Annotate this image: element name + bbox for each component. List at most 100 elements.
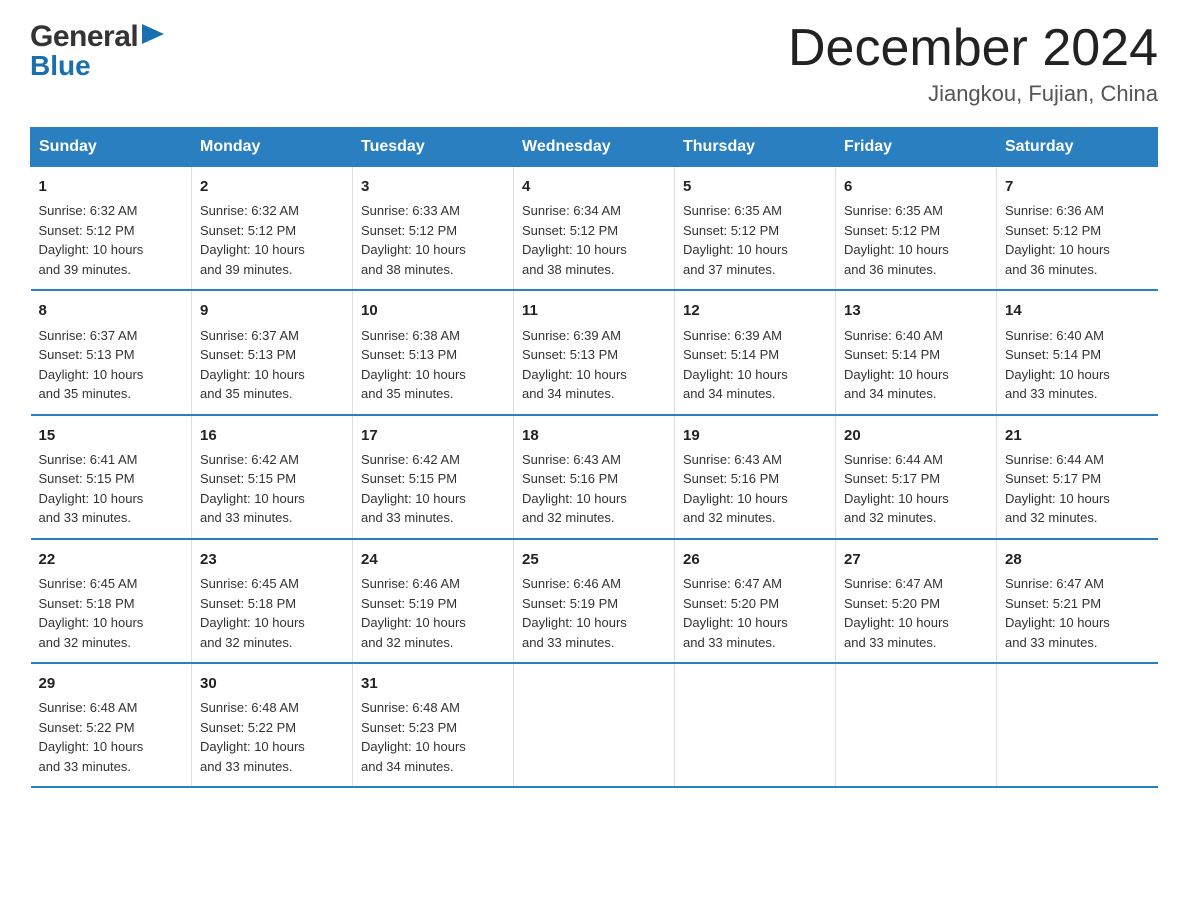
day-info: Sunrise: 6:48 AMSunset: 5:23 PMDaylight:…	[361, 698, 505, 776]
day-number: 3	[361, 175, 505, 198]
calendar-cell	[997, 663, 1158, 787]
day-info: Sunrise: 6:34 AMSunset: 5:12 PMDaylight:…	[522, 201, 666, 279]
day-number: 1	[39, 175, 184, 198]
day-number: 6	[844, 175, 988, 198]
calendar-cell: 31 Sunrise: 6:48 AMSunset: 5:23 PMDayligh…	[353, 663, 514, 787]
day-number: 15	[39, 424, 184, 447]
logo-general-text: General	[30, 20, 138, 54]
day-info: Sunrise: 6:44 AMSunset: 5:17 PMDaylight:…	[844, 450, 988, 528]
weekday-header-wednesday: Wednesday	[514, 128, 675, 167]
calendar-cell: 21 Sunrise: 6:44 AMSunset: 5:17 PMDayligh…	[997, 415, 1158, 539]
subtitle: Jiangkou, Fujian, China	[788, 81, 1158, 107]
calendar-cell: 28Sunrise: 6:47 AMSunset: 5:21 PMDayligh…	[997, 539, 1158, 663]
day-info: Sunrise: 6:41 AMSunset: 5:15 PMDaylight:…	[39, 450, 184, 528]
day-number: 23	[200, 548, 344, 571]
day-number: 10	[361, 299, 505, 322]
day-info: Sunrise: 6:45 AMSunset: 5:18 PMDaylight:…	[200, 574, 344, 652]
day-info: Sunrise: 6:48 AMSunset: 5:22 PMDaylight:…	[200, 698, 344, 776]
day-info: Sunrise: 6:43 AMSunset: 5:16 PMDaylight:…	[522, 450, 666, 528]
calendar-week-row: 29 Sunrise: 6:48 AMSunset: 5:22 PMDayligh…	[31, 663, 1158, 787]
logo-blue-text: Blue	[30, 50, 91, 82]
calendar-week-row: 22 Sunrise: 6:45 AMSunset: 5:18 PMDayligh…	[31, 539, 1158, 663]
weekday-header-tuesday: Tuesday	[353, 128, 514, 167]
logo: General Blue	[30, 20, 164, 82]
calendar-cell: 11Sunrise: 6:39 AMSunset: 5:13 PMDayligh…	[514, 290, 675, 414]
day-number: 2	[200, 175, 344, 198]
day-number: 16	[200, 424, 344, 447]
day-info: Sunrise: 6:48 AMSunset: 5:22 PMDaylight:…	[39, 698, 184, 776]
calendar-cell: 26 Sunrise: 6:47 AMSunset: 5:20 PMDayligh…	[675, 539, 836, 663]
calendar-cell	[675, 663, 836, 787]
day-info: Sunrise: 6:38 AMSunset: 5:13 PMDaylight:…	[361, 326, 505, 404]
day-info: Sunrise: 6:33 AMSunset: 5:12 PMDaylight:…	[361, 201, 505, 279]
calendar-week-row: 1Sunrise: 6:32 AMSunset: 5:12 PMDaylight…	[31, 167, 1158, 291]
calendar-cell: 23 Sunrise: 6:45 AMSunset: 5:18 PMDayligh…	[192, 539, 353, 663]
day-number: 18	[522, 424, 666, 447]
day-number: 12	[683, 299, 827, 322]
calendar-cell: 27Sunrise: 6:47 AMSunset: 5:20 PMDayligh…	[836, 539, 997, 663]
weekday-header-thursday: Thursday	[675, 128, 836, 167]
day-info: Sunrise: 6:35 AMSunset: 5:12 PMDaylight:…	[683, 201, 827, 279]
day-info: Sunrise: 6:42 AMSunset: 5:15 PMDaylight:…	[361, 450, 505, 528]
calendar-cell: 10 Sunrise: 6:38 AMSunset: 5:13 PMDayligh…	[353, 290, 514, 414]
calendar-cell: 3 Sunrise: 6:33 AMSunset: 5:12 PMDaylight…	[353, 167, 514, 291]
calendar-cell: 2Sunrise: 6:32 AMSunset: 5:12 PMDaylight…	[192, 167, 353, 291]
day-number: 14	[1005, 299, 1150, 322]
calendar-cell: 29 Sunrise: 6:48 AMSunset: 5:22 PMDayligh…	[31, 663, 192, 787]
day-info: Sunrise: 6:35 AMSunset: 5:12 PMDaylight:…	[844, 201, 988, 279]
calendar-cell: 4 Sunrise: 6:34 AMSunset: 5:12 PMDaylight…	[514, 167, 675, 291]
calendar-cell: 9 Sunrise: 6:37 AMSunset: 5:13 PMDaylight…	[192, 290, 353, 414]
weekday-header-saturday: Saturday	[997, 128, 1158, 167]
day-number: 26	[683, 548, 827, 571]
calendar-cell: 22 Sunrise: 6:45 AMSunset: 5:18 PMDayligh…	[31, 539, 192, 663]
calendar-cell: 30 Sunrise: 6:48 AMSunset: 5:22 PMDayligh…	[192, 663, 353, 787]
day-info: Sunrise: 6:45 AMSunset: 5:18 PMDaylight:…	[39, 574, 184, 652]
day-info: Sunrise: 6:40 AMSunset: 5:14 PMDaylight:…	[1005, 326, 1150, 404]
day-number: 7	[1005, 175, 1150, 198]
calendar-cell: 6 Sunrise: 6:35 AMSunset: 5:12 PMDaylight…	[836, 167, 997, 291]
calendar-cell: 14 Sunrise: 6:40 AMSunset: 5:14 PMDayligh…	[997, 290, 1158, 414]
calendar-cell: 1Sunrise: 6:32 AMSunset: 5:12 PMDaylight…	[31, 167, 192, 291]
day-number: 21	[1005, 424, 1150, 447]
day-number: 8	[39, 299, 184, 322]
day-number: 24	[361, 548, 505, 571]
day-number: 25	[522, 548, 666, 571]
day-info: Sunrise: 6:37 AMSunset: 5:13 PMDaylight:…	[39, 326, 184, 404]
main-title: December 2024	[788, 20, 1158, 77]
weekday-header-friday: Friday	[836, 128, 997, 167]
day-info: Sunrise: 6:46 AMSunset: 5:19 PMDaylight:…	[361, 574, 505, 652]
page-header: General Blue December 2024 Jiangkou, Fuj…	[30, 20, 1158, 107]
day-info: Sunrise: 6:36 AMSunset: 5:12 PMDaylight:…	[1005, 201, 1150, 279]
weekday-header-sunday: Sunday	[31, 128, 192, 167]
day-info: Sunrise: 6:43 AMSunset: 5:16 PMDaylight:…	[683, 450, 827, 528]
calendar-cell: 5 Sunrise: 6:35 AMSunset: 5:12 PMDaylight…	[675, 167, 836, 291]
day-info: Sunrise: 6:47 AMSunset: 5:20 PMDaylight:…	[683, 574, 827, 652]
day-number: 4	[522, 175, 666, 198]
calendar-cell: 18 Sunrise: 6:43 AMSunset: 5:16 PMDayligh…	[514, 415, 675, 539]
day-number: 22	[39, 548, 184, 571]
weekday-header-monday: Monday	[192, 128, 353, 167]
day-number: 30	[200, 672, 344, 695]
day-info: Sunrise: 6:37 AMSunset: 5:13 PMDaylight:…	[200, 326, 344, 404]
calendar-cell: 24 Sunrise: 6:46 AMSunset: 5:19 PMDayligh…	[353, 539, 514, 663]
day-number: 5	[683, 175, 827, 198]
day-info: Sunrise: 6:40 AMSunset: 5:14 PMDaylight:…	[844, 326, 988, 404]
day-info: Sunrise: 6:42 AMSunset: 5:15 PMDaylight:…	[200, 450, 344, 528]
day-number: 9	[200, 299, 344, 322]
day-info: Sunrise: 6:47 AMSunset: 5:20 PMDaylight:…	[844, 574, 988, 652]
day-info: Sunrise: 6:46 AMSunset: 5:19 PMDaylight:…	[522, 574, 666, 652]
day-info: Sunrise: 6:44 AMSunset: 5:17 PMDaylight:…	[1005, 450, 1150, 528]
calendar-week-row: 8 Sunrise: 6:37 AMSunset: 5:13 PMDaylight…	[31, 290, 1158, 414]
day-number: 29	[39, 672, 184, 695]
calendar-cell: 12 Sunrise: 6:39 AMSunset: 5:14 PMDayligh…	[675, 290, 836, 414]
title-block: December 2024 Jiangkou, Fujian, China	[788, 20, 1158, 107]
day-info: Sunrise: 6:39 AMSunset: 5:14 PMDaylight:…	[683, 326, 827, 404]
day-number: 28	[1005, 548, 1150, 571]
calendar-cell: 25 Sunrise: 6:46 AMSunset: 5:19 PMDayligh…	[514, 539, 675, 663]
calendar-cell: 17 Sunrise: 6:42 AMSunset: 5:15 PMDayligh…	[353, 415, 514, 539]
day-number: 31	[361, 672, 505, 695]
calendar-cell: 15 Sunrise: 6:41 AMSunset: 5:15 PMDayligh…	[31, 415, 192, 539]
calendar-cell: 7 Sunrise: 6:36 AMSunset: 5:12 PMDaylight…	[997, 167, 1158, 291]
day-number: 20	[844, 424, 988, 447]
day-number: 17	[361, 424, 505, 447]
